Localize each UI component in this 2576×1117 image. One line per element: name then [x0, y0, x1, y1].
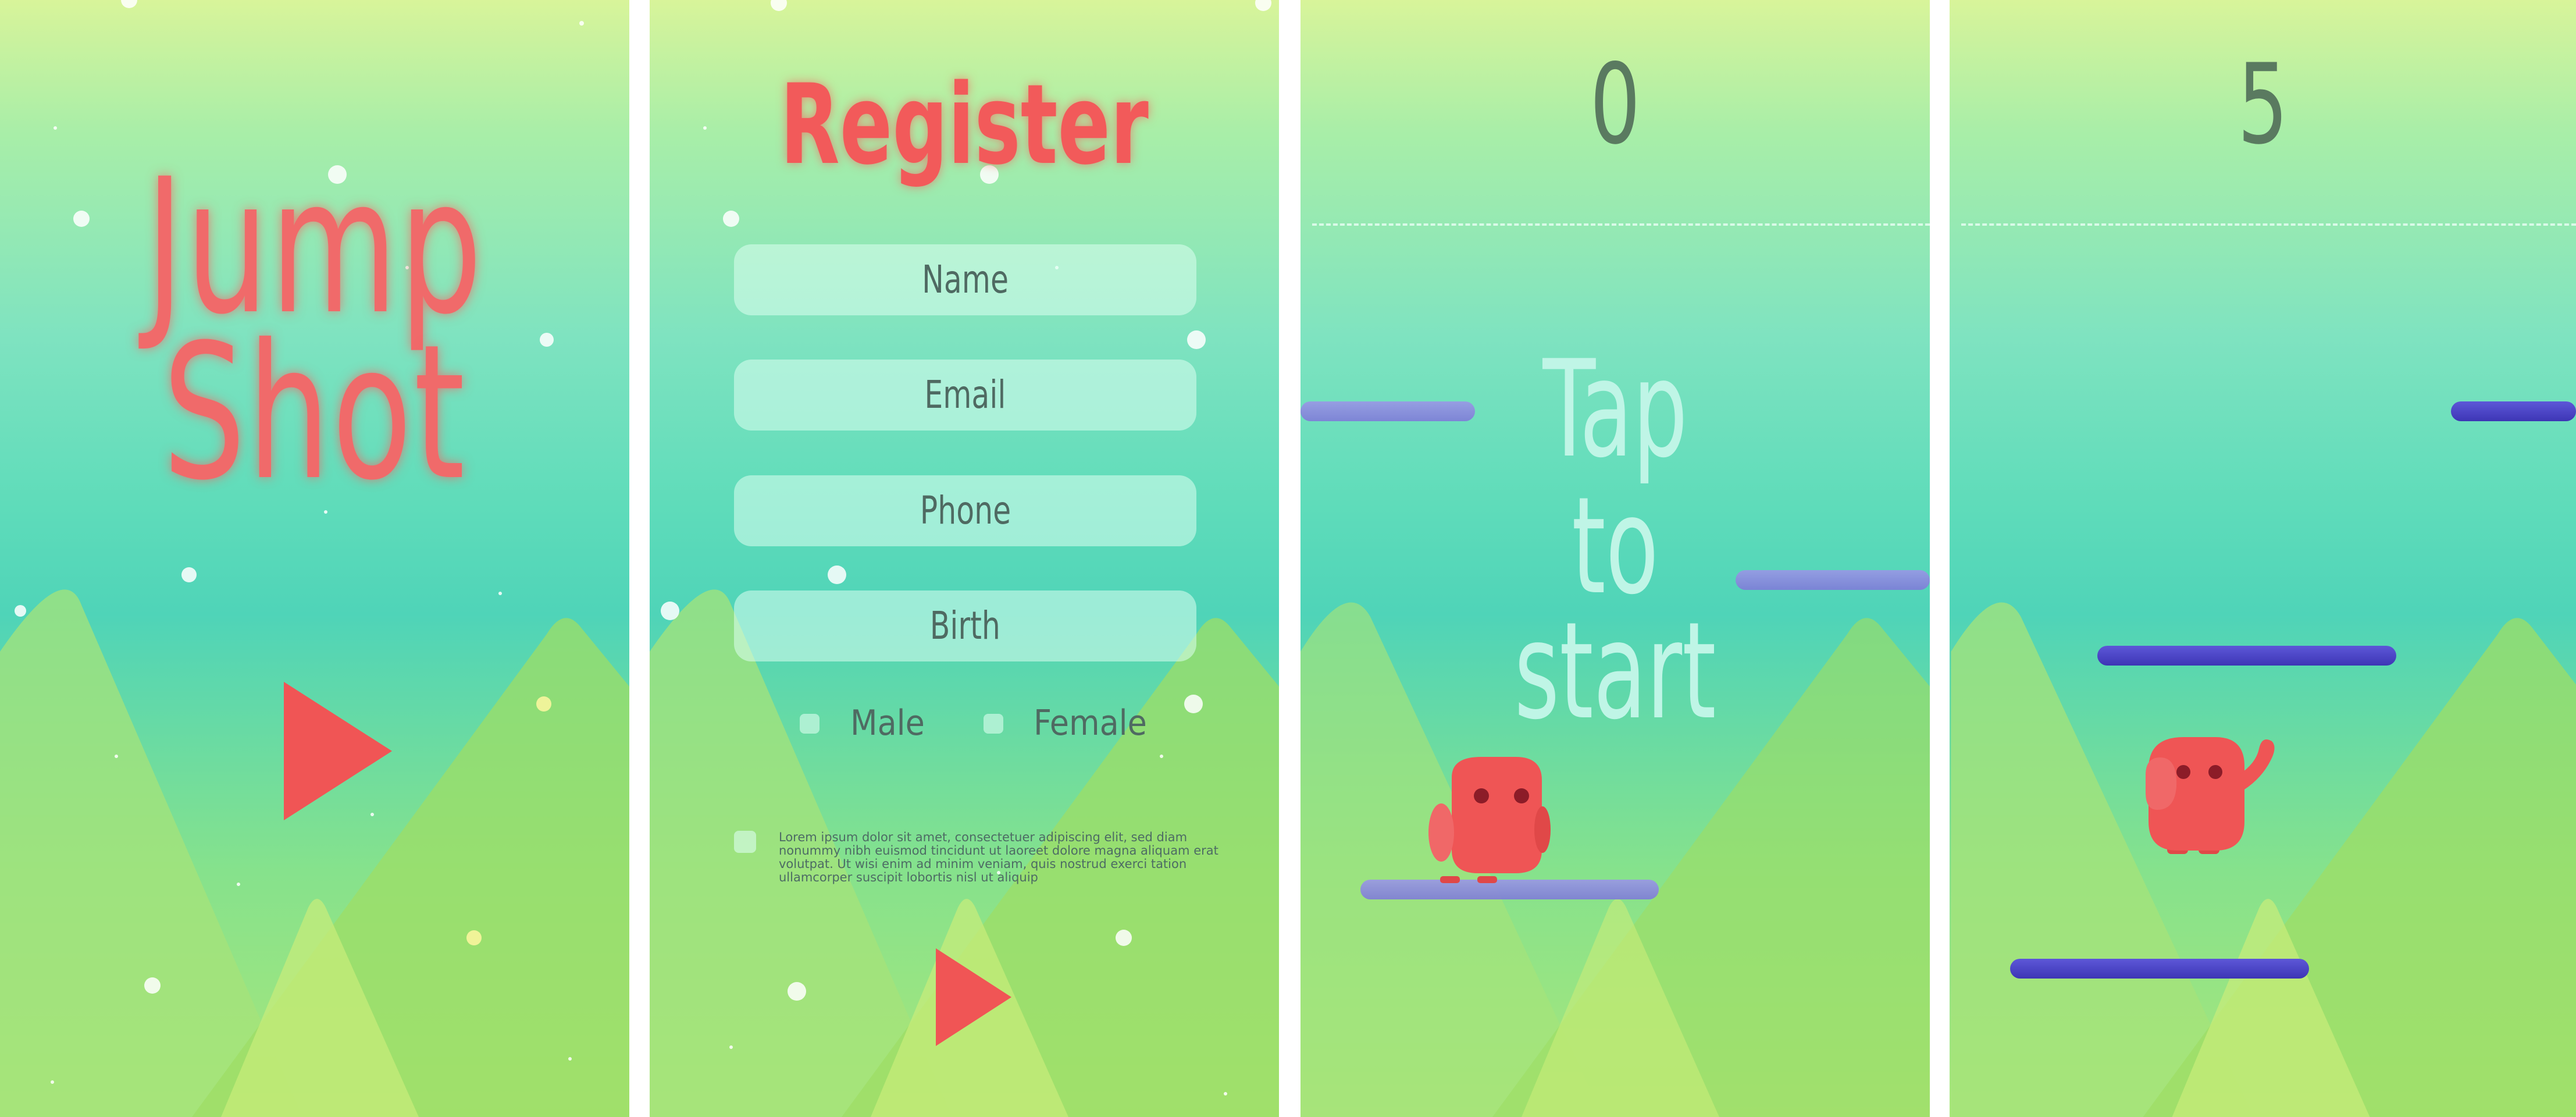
height-limit-line [1312, 223, 1930, 226]
email-field[interactable]: Email [734, 360, 1196, 431]
register-title: Register [780, 61, 1149, 189]
game-title-line2: Shot [162, 305, 467, 521]
player-character [1428, 757, 1551, 883]
game-screen[interactable]: 5 [1950, 0, 2576, 1117]
phone-field-placeholder: Phone [920, 488, 1011, 533]
terms-checkbox[interactable] [734, 831, 756, 853]
birth-field-placeholder: Birth [929, 603, 1001, 648]
play-icon[interactable] [284, 682, 392, 820]
height-limit-line [1961, 223, 2576, 226]
phone-field[interactable]: Phone [734, 475, 1196, 546]
female-label: Female [1034, 703, 1147, 744]
play-icon[interactable] [936, 948, 1011, 1046]
platform [2097, 646, 2396, 666]
player-character [2146, 737, 2275, 854]
male-label: Male [850, 703, 925, 744]
email-field-placeholder: Email [924, 372, 1006, 417]
register-screen: Register Name Email Phone Birth Male Fem… [650, 0, 1279, 1117]
score-display: 5 [2237, 40, 2288, 169]
platform [2451, 401, 2576, 421]
birth-field[interactable]: Birth [734, 590, 1196, 661]
start-screen[interactable]: 0 Tap to start [1301, 0, 1930, 1117]
male-checkbox[interactable] [800, 714, 820, 734]
tap-to-start-line1: Tap [1542, 332, 1688, 488]
name-field-placeholder: Name [922, 257, 1009, 302]
name-field[interactable]: Name [734, 244, 1196, 315]
tap-to-start-line3: start [1514, 594, 1716, 749]
female-checkbox[interactable] [984, 714, 1003, 734]
terms-text: Lorem ipsum dolor sit amet, consectetuer… [779, 830, 1218, 884]
score-display: 0 [1590, 40, 1641, 169]
splash-screen: Jump Shot [0, 0, 629, 1117]
platform [2010, 959, 2309, 979]
submit-play-button[interactable] [936, 948, 1011, 1046]
play-button[interactable] [284, 682, 392, 820]
